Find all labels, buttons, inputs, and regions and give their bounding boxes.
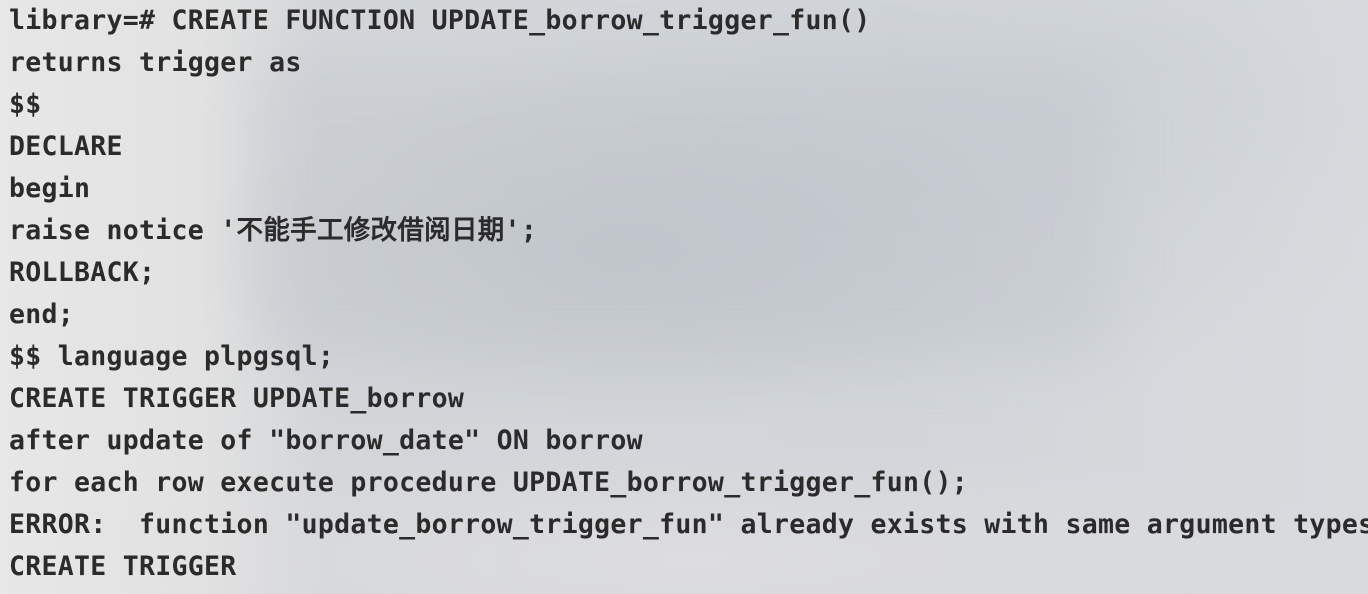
terminal-line-dollar-quote-open: $$: [9, 89, 42, 120]
terminal-line-rollback: ROLLBACK;: [9, 257, 156, 288]
terminal-line-language: $$ language plpgsql;: [9, 341, 335, 372]
terminal-line-declare: DECLARE: [9, 131, 123, 162]
terminal-line-create-trigger: CREATE TRIGGER UPDATE_borrow: [9, 383, 465, 414]
terminal-line-returns-trigger: returns trigger as: [9, 47, 302, 78]
terminal-line-create-function: library=# CREATE FUNCTION UPDATE_borrow_…: [9, 5, 871, 36]
terminal-line-after-update: after update of "borrow_date" ON borrow: [9, 425, 643, 456]
terminal-line-for-each-row: for each row execute procedure UPDATE_bo…: [9, 467, 969, 498]
terminal-window: library=# CREATE FUNCTION UPDATE_borrow_…: [0, 0, 1368, 594]
terminal-output: library=# CREATE FUNCTION UPDATE_borrow_…: [9, 0, 1368, 588]
terminal-line-create-trigger-result: CREATE TRIGGER: [9, 551, 237, 582]
terminal-line-end: end;: [9, 299, 75, 330]
terminal-line-raise-notice: raise notice '不能手工修改借阅日期';: [9, 215, 538, 246]
terminal-line-error-message: ERROR: function "update_borrow_trigger_f…: [9, 509, 1368, 540]
terminal-line-begin: begin: [9, 173, 91, 204]
